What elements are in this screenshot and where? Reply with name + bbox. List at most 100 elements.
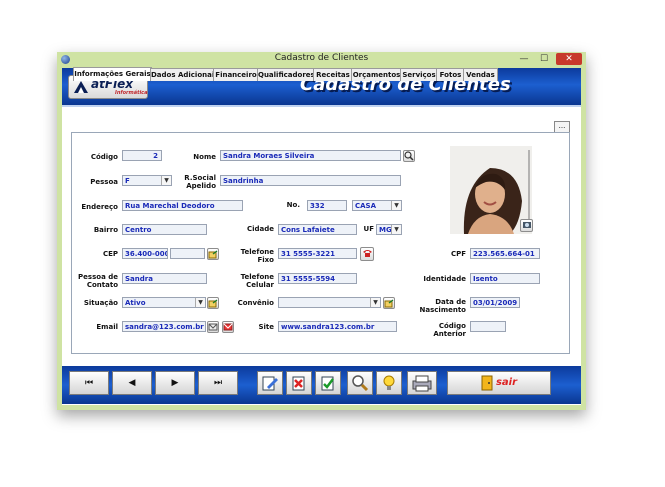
nome-field[interactable]: Sandra Moraes Silveira [220,150,401,161]
nome-label: Nome [193,153,216,161]
tel-fixo-field[interactable]: 31 5555-3221 [278,248,357,259]
cep-lookup-button[interactable] [207,248,219,260]
edit-icon [262,376,278,391]
uf-value: MG [379,226,392,234]
tel-cel-field[interactable]: 31 5555-5594 [278,273,357,284]
contato-field[interactable]: Sandra [122,273,207,284]
uf-select[interactable]: MG ▼ [376,224,402,235]
email-attach-button[interactable] [222,321,234,333]
site-label: Site [258,323,274,331]
edit-button[interactable] [257,371,283,395]
exit-label: sair [495,377,518,388]
numero-label: No. [286,201,300,209]
convenio-edit-button[interactable] [383,297,395,309]
chevron-down-icon: ▼ [161,176,171,185]
tab-informacoes-gerais[interactable]: Informações Gerais [73,67,152,81]
call-button[interactable] [360,247,374,261]
bairro-field[interactable]: Centro [122,224,207,235]
minimize-button[interactable]: — [515,53,533,65]
tab-servicos[interactable]: Serviços [400,68,438,81]
exit-button[interactable]: sair [447,371,551,395]
convenio-select[interactable]: ▼ [278,297,381,308]
title-bar: Cadastro de Clientes — ☐ ✕ [57,52,586,67]
email-send-button[interactable] [207,321,219,333]
folder-arrow-icon [208,250,218,259]
uf-label: UF [363,225,374,233]
tab-receitas[interactable]: Receitas [313,68,353,81]
cep-extra-field[interactable] [170,248,205,259]
tel-cel-label: Telefone Celular [240,273,274,289]
codigo-label: Código [90,153,118,161]
pessoa-select[interactable]: F ▼ [122,175,172,186]
phone-icon [362,250,372,257]
pessoa-label: Pessoa [90,178,118,186]
email-label: Email [96,323,118,331]
identidade-field[interactable]: Isento [470,273,540,284]
save-icon [321,376,334,391]
nascimento-label: Data de Nascimento [419,298,466,314]
endereco-label: Endereço [81,203,118,211]
tab-orcamentos[interactable]: Orçamentos [351,68,402,81]
delete-button[interactable] [286,371,312,395]
search-client-button[interactable] [403,150,415,162]
tab-qualificadores[interactable]: Qualificadores [257,68,315,81]
print-button[interactable] [407,371,437,395]
magnifier-icon [404,151,414,161]
cpf-field[interactable]: 223.565.664-01 [470,248,540,259]
tab-financeiro[interactable]: Financeiro [213,68,259,81]
tab-fotos[interactable]: Fotos [436,68,465,81]
situacao-select[interactable]: Ativo ▼ [122,297,206,308]
tab-dados-adicionais[interactable]: Dados Adicionais [150,68,218,81]
identidade-label: Identidade [423,275,466,283]
situacao-edit-button[interactable] [207,297,219,309]
chevron-down-icon: ▼ [370,298,380,307]
logo-subtext: Informática [115,90,148,96]
tab-vendas[interactable]: Vendas [463,68,498,81]
razao-label: R.Social Apelido [184,174,216,190]
close-button[interactable]: ✕ [556,53,582,65]
codigo-anterior-field[interactable] [470,321,506,332]
mail-red-icon [223,323,233,331]
endereco-field[interactable]: Rua Marechal Deodoro [122,200,243,211]
search-button[interactable] [347,371,373,395]
codigo-field[interactable]: 2 [122,150,162,161]
cidade-field[interactable]: Cons Lafaiete [278,224,357,235]
exit-door-icon [481,375,493,390]
cep-label: CEP [102,250,118,258]
tel-fixo-label: Telefone Fixo [240,248,274,264]
camera-icon [522,222,531,228]
email-field[interactable]: sandra@123.com.br [122,321,206,332]
search-icon [352,375,369,392]
numero-field[interactable]: 332 [307,200,347,211]
window-title: Cadastro de Clientes [274,53,369,63]
folder-arrow-icon [384,299,394,308]
contato-label: Pessoa de Contato [78,273,118,289]
next-record-button[interactable]: ▶ [155,371,195,395]
address-type-select[interactable]: CASA ▼ [352,200,402,211]
last-record-button[interactable]: ⏭ [198,371,238,395]
client-photo [450,146,533,234]
chevron-down-icon: ▼ [391,201,401,210]
first-record-button[interactable]: ⏮ [69,371,109,395]
bottom-toolbar: ⏮ ◀ ▶ ⏭ sair [62,366,581,404]
mail-icon [208,323,218,331]
tips-button[interactable] [376,371,402,395]
save-button[interactable] [315,371,341,395]
camera-button[interactable] [520,219,533,232]
cpf-label: CPF [450,250,466,258]
cidade-label: Cidade [246,225,274,233]
cep-field[interactable]: 36.400-000 [122,248,168,259]
folder-arrow-icon [208,299,218,308]
address-type-value: CASA [355,202,377,210]
situacao-label: Situação [83,299,118,307]
lightbulb-icon [383,375,395,390]
nascimento-field[interactable]: 03/01/2009 [470,297,520,308]
convenio-label: Convênio [237,299,274,307]
previous-record-button[interactable]: ◀ [112,371,152,395]
pessoa-value: F [125,177,130,185]
delete-icon [292,376,305,391]
razao-field[interactable]: Sandrinha [220,175,401,186]
site-field[interactable]: www.sandra123.com.br [278,321,397,332]
maximize-button[interactable]: ☐ [535,53,553,65]
chevron-down-icon: ▼ [195,298,205,307]
